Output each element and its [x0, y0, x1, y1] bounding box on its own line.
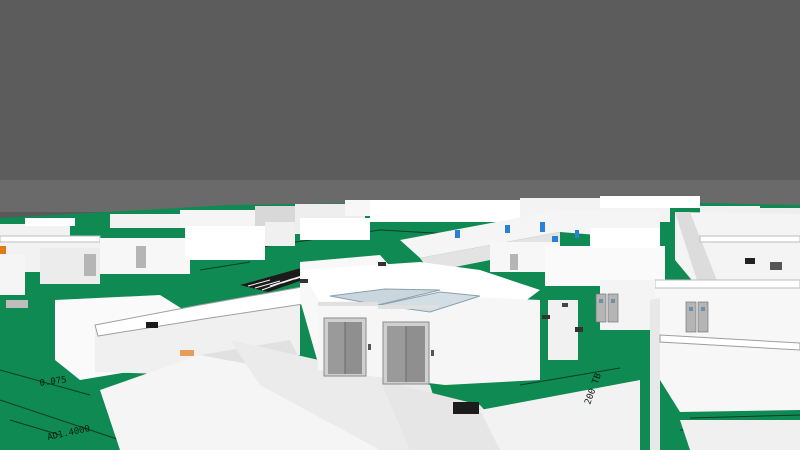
3d-viewport[interactable]: 0.075 AD1.4000 200 TB [0, 0, 800, 450]
floor-vent [453, 402, 479, 414]
window-blue-3 [540, 222, 545, 232]
elevator-right[interactable] [382, 321, 434, 385]
window-blue-5 [575, 230, 579, 238]
elevator-left[interactable] [323, 317, 371, 377]
window-blue-1 [455, 230, 460, 238]
3d-scene[interactable]: 0.075 AD1.4000 200 TB [0, 0, 800, 450]
sky-background [0, 0, 800, 190]
window-blue-2 [505, 225, 510, 233]
